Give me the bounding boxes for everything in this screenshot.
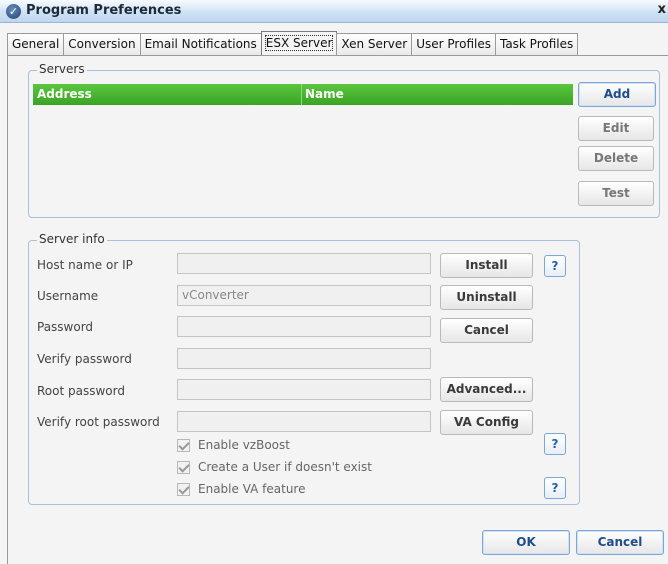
verify-root-password-field[interactable] (177, 411, 431, 432)
add-button[interactable]: Add (578, 82, 656, 107)
tab-bar: General Conversion Email Notifications E… (7, 31, 579, 55)
checkbox-checked-icon (177, 460, 190, 474)
tab-label: Xen Server (341, 37, 408, 51)
program-preferences-window: ✓ Program Preferences x General Conversi… (0, 0, 668, 564)
host-field[interactable] (177, 253, 431, 274)
test-button[interactable]: Test (578, 181, 654, 206)
servers-list[interactable]: Address Name (33, 84, 573, 208)
title-bar: ✓ Program Preferences x (0, 0, 668, 23)
tab-conversion[interactable]: Conversion (63, 33, 141, 55)
enable-vzboost-checkbox[interactable]: Enable vzBoost (177, 438, 290, 452)
username-field[interactable]: vConverter (177, 285, 431, 306)
app-logo-icon: ✓ (6, 4, 21, 19)
edit-button[interactable]: Edit (578, 116, 654, 141)
cancel-install-button[interactable]: Cancel (440, 318, 533, 343)
va-config-button[interactable]: VA Config (440, 410, 533, 435)
enable-va-feature-checkbox[interactable]: Enable VA feature (177, 482, 305, 496)
username-label: Username (37, 289, 99, 303)
checkbox-checked-icon (177, 438, 190, 452)
window-title: Program Preferences (26, 3, 182, 18)
tab-esx-server[interactable]: ESX Server (260, 31, 338, 55)
root-password-label: Root password (37, 384, 125, 398)
servers-list-header: Address Name (33, 84, 573, 105)
tab-email-notifications[interactable]: Email Notifications (139, 33, 262, 55)
tab-general[interactable]: General (7, 33, 65, 55)
uninstall-button[interactable]: Uninstall (440, 285, 533, 310)
tab-label: Task Profiles (499, 37, 574, 51)
column-header-name[interactable]: Name (302, 84, 573, 105)
advanced-button[interactable]: Advanced... (440, 377, 533, 402)
close-icon[interactable]: x (658, 2, 666, 17)
tab-task-profiles[interactable]: Task Profiles (494, 33, 579, 55)
checkbox-checked-icon (177, 482, 190, 496)
verify-root-password-label: Verify root password (37, 415, 160, 429)
cancel-button[interactable]: Cancel (576, 530, 664, 555)
server-info-group-title: Server info (37, 232, 107, 246)
tab-label: Email Notifications (144, 37, 257, 51)
verify-password-field[interactable] (177, 348, 431, 369)
help-icon[interactable]: ? (544, 433, 566, 455)
help-icon[interactable]: ? (544, 477, 566, 499)
enable-vzboost-label: Enable vzBoost (198, 438, 290, 452)
tab-label: Conversion (68, 37, 136, 51)
tab-label: User Profiles (416, 37, 491, 51)
tab-label: General (12, 37, 60, 51)
host-label: Host name or IP (37, 258, 133, 272)
column-header-address[interactable]: Address (33, 84, 302, 105)
root-password-field[interactable] (177, 379, 431, 400)
delete-button[interactable]: Delete (578, 146, 654, 171)
install-button[interactable]: Install (440, 253, 533, 278)
tab-xen-server[interactable]: Xen Server (336, 33, 413, 55)
ok-button[interactable]: OK (482, 530, 570, 555)
tab-user-profiles[interactable]: User Profiles (411, 33, 496, 55)
enable-va-feature-label: Enable VA feature (198, 482, 306, 496)
tab-label: ESX Server (264, 35, 334, 51)
create-user-label: Create a User if doesn't exist (198, 460, 372, 474)
help-icon[interactable]: ? (544, 255, 566, 277)
password-label: Password (37, 320, 94, 334)
verify-password-label: Verify password (37, 352, 132, 366)
password-field[interactable] (177, 316, 431, 337)
create-user-checkbox[interactable]: Create a User if doesn't exist (177, 460, 372, 474)
servers-group-title: Servers (37, 62, 87, 76)
